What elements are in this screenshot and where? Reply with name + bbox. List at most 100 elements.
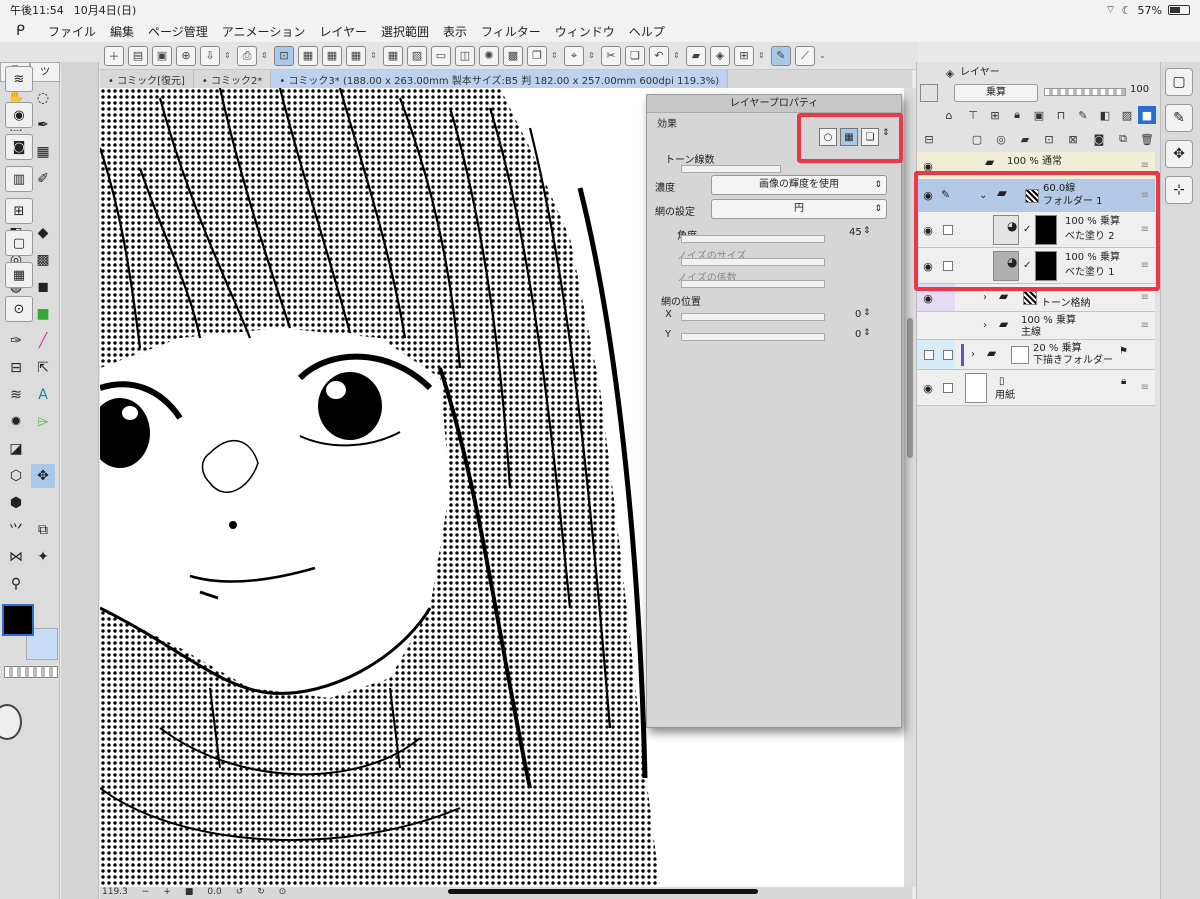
pin-icon[interactable]: ⊤ (964, 106, 982, 124)
lock-alpha-icon[interactable]: ▣ (1030, 106, 1048, 124)
new-vector-icon[interactable]: ◎ (992, 130, 1010, 148)
transparent-color-swatch[interactable] (4, 666, 58, 678)
layer-panel-tab[interactable]: レイヤー (960, 64, 1040, 82)
eye-icon[interactable]: ◉ (921, 292, 935, 305)
page-icon[interactable]: ▢ (5, 230, 33, 256)
fit-icon[interactable]: ■ (185, 887, 194, 899)
menu-window[interactable]: ウィンドウ (555, 23, 615, 40)
menu-animation[interactable]: アニメーション (222, 23, 306, 40)
import-icon[interactable]: ⊞ (734, 45, 754, 66)
zoom-out-icon[interactable]: − (142, 887, 150, 899)
green-fill-icon[interactable]: ■ (31, 302, 55, 326)
square-icon[interactable]: ◙ (5, 134, 33, 160)
apply-mask-icon[interactable]: ⧉ (1114, 130, 1132, 148)
tool-tab-pen[interactable]: ツ (30, 62, 60, 82)
chevron-icon[interactable]: ⇕ (758, 47, 767, 65)
frame-tool-icon[interactable]: ⊟ (4, 356, 28, 380)
lock-checkbox[interactable] (943, 383, 953, 393)
brush-icon[interactable]: ✎ (771, 45, 791, 66)
y-value[interactable]: 0 (855, 329, 861, 340)
scroll-thumb[interactable] (907, 318, 913, 458)
new-folder-icon[interactable]: ▰ (1016, 130, 1034, 148)
film-icon[interactable]: ▥ (5, 166, 33, 192)
square-icon[interactable]: ▢ (1165, 68, 1193, 96)
radial-icon[interactable]: ✺ (479, 45, 499, 66)
screen-setting-dropdown[interactable]: 円 ⇕ (711, 199, 887, 219)
menu-file[interactable]: ファイル (48, 23, 96, 40)
chevron-icon[interactable]: ⇕ (551, 47, 560, 65)
opacity-slider[interactable] (1044, 88, 1126, 96)
tone-icon[interactable]: ▦ (298, 45, 318, 66)
lasso-tool-icon[interactable]: ◌ (31, 86, 55, 110)
save-icon[interactable]: ▣ (152, 45, 172, 66)
open-icon[interactable]: ▤ (128, 45, 148, 66)
noise-factor-slider[interactable] (681, 280, 825, 288)
ruler-link-icon[interactable]: ⊞ (986, 106, 1004, 124)
paste-icon[interactable]: ❏ (625, 45, 645, 66)
scissors-icon[interactable]: ✂ (601, 45, 621, 66)
y-slider[interactable] (681, 333, 825, 341)
menu-page[interactable]: ページ管理 (148, 23, 208, 40)
balloon-tool-icon[interactable]: ⌲ (31, 410, 55, 434)
circle-icon[interactable]: ◉ (5, 102, 33, 128)
grid-icon[interactable]: ▧ (407, 45, 427, 66)
chevron-icon[interactable]: ⇕ (370, 47, 379, 65)
line-tool-icon[interactable]: ╱ (31, 329, 55, 353)
calendar-icon[interactable]: ▦ (5, 262, 33, 288)
angle-value[interactable]: 0.0 (207, 887, 221, 899)
home-indicator[interactable] (448, 889, 758, 894)
layer-menu-icon[interactable]: ≡ (1141, 320, 1149, 331)
marker-tool-icon[interactable]: ✐ (31, 167, 55, 191)
crosshatch-icon[interactable]: ▩ (503, 45, 523, 66)
layer-stack-icon[interactable]: ≋ (5, 66, 33, 92)
move-layer-icon[interactable]: ✥ (1165, 140, 1193, 168)
density-dropdown[interactable]: 画像の輝度を使用 ⇕ (711, 175, 887, 195)
layer-folder-icon[interactable]: ◈ (710, 45, 730, 66)
reference-icon[interactable]: ✎ (1074, 106, 1092, 124)
main-color-swatch[interactable] (2, 604, 34, 636)
lock-icon[interactable]: 🔒︎ (1008, 106, 1026, 124)
new-file-icon[interactable]: ＋ (104, 45, 124, 66)
angle-value[interactable]: 45 (849, 227, 862, 238)
mask-add-icon[interactable]: ◙ (1090, 130, 1108, 148)
menu-layer[interactable]: レイヤー (319, 23, 367, 40)
zoom-level[interactable]: 119.3 (102, 887, 128, 899)
angle-slider[interactable] (681, 235, 825, 243)
tone-lines-slider[interactable] (681, 165, 781, 173)
draft-icon[interactable]: ◧ (1096, 106, 1114, 124)
link-icon[interactable]: ⊡ (1040, 130, 1058, 148)
pen-tool-icon[interactable]: ✒ (31, 113, 55, 137)
visibility-checkbox[interactable] (924, 350, 934, 360)
nodes-icon[interactable]: ⊞ (5, 198, 33, 224)
tone-icon[interactable]: ▦ (346, 45, 366, 66)
x-stepper-icon[interactable]: ⇕ (863, 308, 871, 318)
lock-checkbox[interactable] (943, 350, 953, 360)
chevron-icon[interactable]: ⇕ (261, 47, 270, 65)
rotate-left-icon[interactable]: ↺ (236, 887, 244, 899)
layer-color-icon[interactable]: ■ (1138, 106, 1156, 124)
angle-stepper-icon[interactable]: ⇕ (863, 226, 871, 236)
grid-icon[interactable]: ▦ (383, 45, 403, 66)
tone-icon[interactable]: ▦ (322, 45, 342, 66)
menu-selection[interactable]: 選択範囲 (381, 23, 429, 40)
object-tool-icon[interactable]: ⬡ (4, 464, 28, 488)
eye-icon[interactable]: ◉ (921, 382, 935, 395)
operation-tool-icon[interactable]: ⇱ (31, 356, 55, 380)
folder-icon[interactable]: ▰ (686, 45, 706, 66)
expand-icon[interactable]: › (971, 349, 975, 361)
gradient-icon[interactable]: ◫ (455, 45, 475, 66)
app-logo-icon[interactable]: ᑭ (16, 23, 34, 39)
doc-tab-3[interactable]: • コミック3* (188.00 x 263.00mm 製本サイズ:B5 判 1… (271, 70, 729, 88)
undo-icon[interactable]: ↶ (649, 45, 669, 66)
expand-icon[interactable]: › (983, 292, 987, 304)
menu-help[interactable]: ヘルプ (629, 23, 665, 40)
layer-menu-icon[interactable]: ≡ (1141, 382, 1149, 393)
sparkle-tool-icon[interactable]: ✦ (31, 545, 55, 569)
merge-icon[interactable]: ⊠ (1064, 130, 1082, 148)
export-icon[interactable]: ⇩ (200, 45, 220, 66)
layer-move-icon[interactable]: ⬢ (4, 491, 28, 515)
tone-brush-icon[interactable]: ▦ (31, 140, 55, 164)
layer-menu-icon[interactable]: ≡ (1141, 292, 1149, 303)
chevron-icon[interactable]: ⇕ (673, 47, 682, 65)
move-tool-icon[interactable]: ✥ (31, 464, 55, 488)
